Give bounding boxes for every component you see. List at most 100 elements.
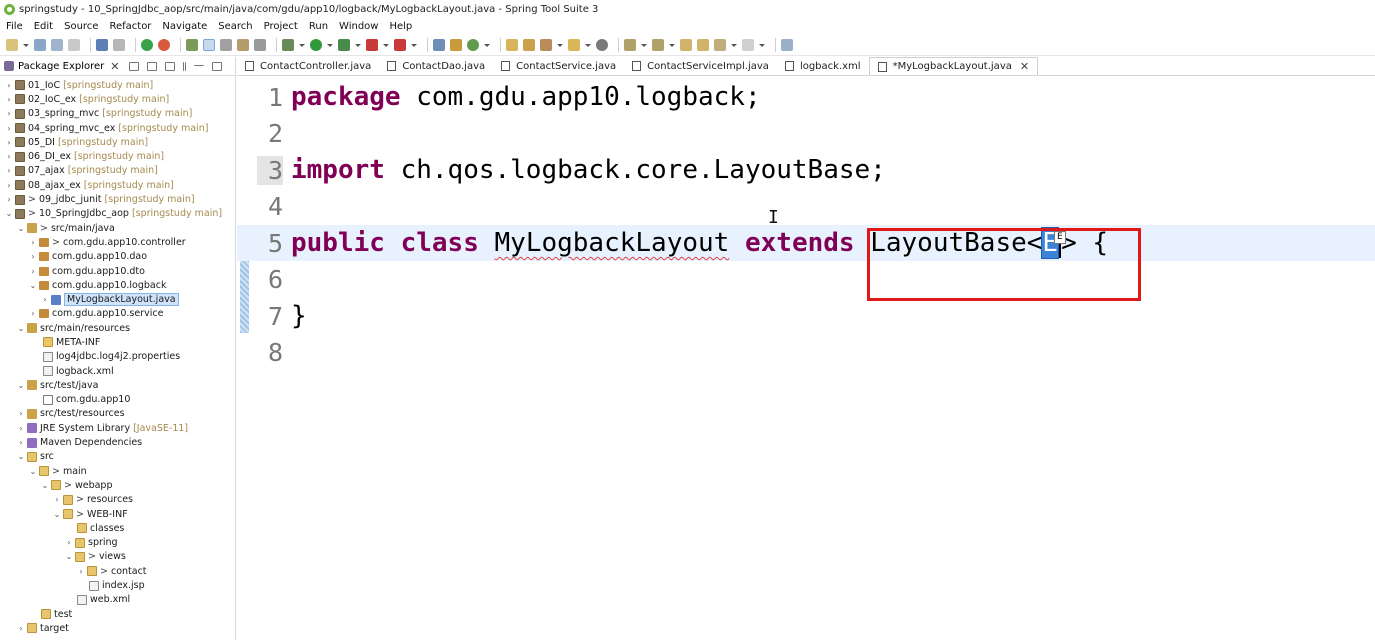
save-icon[interactable]	[34, 39, 46, 51]
chevron-down-icon[interactable]	[585, 43, 591, 47]
tree-item[interactable]: › com.gdu.app10.dto	[0, 264, 235, 278]
tree-item[interactable]: › src/test/resources	[0, 407, 235, 421]
menu-edit[interactable]: Edit	[34, 21, 53, 32]
search-icon[interactable]	[568, 39, 580, 51]
refresh-icon[interactable]	[158, 39, 170, 51]
server-icon[interactable]	[394, 39, 406, 51]
chevron-right-icon[interactable]: ›	[52, 495, 62, 504]
open-folder-icon[interactable]	[523, 39, 535, 51]
tree-item[interactable]: › JRE System Library [JavaSE-11]	[0, 421, 235, 435]
code-line[interactable]: 4	[237, 189, 1375, 225]
chevron-right-icon[interactable]: ›	[64, 538, 74, 547]
code-line[interactable]: 7 }	[237, 298, 1375, 334]
toggle-mark-icon[interactable]	[186, 39, 198, 51]
menu-search[interactable]: Search	[218, 21, 252, 32]
spring-boot-icon[interactable]	[141, 39, 153, 51]
tree-item[interactable]: ⌄ > webapp	[0, 478, 235, 492]
tab-contact-dao[interactable]: ContactDao.java	[379, 57, 493, 75]
focus-icon[interactable]	[165, 61, 176, 71]
tree-item[interactable]: › 06_DI_ex [springstudy main]	[0, 149, 235, 163]
open-type-icon[interactable]	[506, 39, 518, 51]
chevron-right-icon[interactable]: ›	[16, 438, 26, 447]
coverage-icon[interactable]	[338, 39, 350, 51]
tree-item[interactable]: log4jdbc.log4j2.properties	[0, 350, 235, 364]
menu-project[interactable]: Project	[264, 21, 298, 32]
code-line[interactable]: 2	[237, 116, 1375, 152]
chevron-right-icon[interactable]: ›	[28, 252, 38, 261]
minimize-icon[interactable]	[194, 65, 205, 67]
tree-item[interactable]: META-INF	[0, 335, 235, 349]
tree-item[interactable]: › 02_IoC_ex [springstudy main]	[0, 92, 235, 106]
chevron-down-icon[interactable]: ⌄	[16, 324, 26, 333]
chevron-down-icon[interactable]	[411, 43, 417, 47]
close-icon[interactable]: ✕	[1020, 60, 1029, 73]
menu-window[interactable]: Window	[339, 21, 378, 32]
chevron-right-icon[interactable]: ›	[4, 124, 14, 133]
chevron-down-icon[interactable]	[23, 43, 29, 47]
tree-item[interactable]: com.gdu.app10	[0, 393, 235, 407]
previous-annotation-icon[interactable]	[652, 39, 664, 51]
code-line[interactable]: 6	[237, 262, 1375, 298]
tree-item[interactable]: logback.xml	[0, 364, 235, 378]
tree-item[interactable]: web.xml	[0, 593, 235, 607]
maximize-icon[interactable]	[212, 61, 223, 71]
tree-item[interactable]: classes	[0, 521, 235, 535]
chevron-down-icon[interactable]: ⌄	[28, 467, 38, 476]
tree-item[interactable]: ⌄ src/main/resources	[0, 321, 235, 335]
chevron-down-icon[interactable]: ⌄	[52, 510, 62, 519]
tree-item[interactable]: test	[0, 607, 235, 621]
tree-item[interactable]: › com.gdu.app10.dao	[0, 250, 235, 264]
tree-item[interactable]: › > resources	[0, 493, 235, 507]
tree-item[interactable]: index.jsp	[0, 578, 235, 592]
debug-icon[interactable]	[282, 39, 294, 51]
tree-item[interactable]: ⌄ > main	[0, 464, 235, 478]
chevron-right-icon[interactable]: ›	[4, 95, 14, 104]
tab-contact-controller[interactable]: ContactController.java	[237, 57, 379, 75]
tree-item[interactable]: › Maven Dependencies	[0, 435, 235, 449]
close-icon[interactable]: ✕	[110, 60, 119, 73]
view-menu-icon[interactable]	[183, 61, 187, 71]
link-with-editor-icon[interactable]	[147, 61, 158, 71]
chevron-down-icon[interactable]: ⌄	[64, 552, 74, 561]
forward-icon[interactable]	[742, 39, 754, 51]
chevron-right-icon[interactable]: ›	[16, 624, 26, 633]
back-icon[interactable]	[714, 39, 726, 51]
new-icon[interactable]	[6, 39, 18, 51]
menu-refactor[interactable]: Refactor	[109, 21, 151, 32]
highlight-icon[interactable]	[203, 39, 215, 51]
tree-item[interactable]: ⌄ com.gdu.app10.logback	[0, 278, 235, 292]
chevron-down-icon[interactable]	[669, 43, 675, 47]
external-tools-icon[interactable]	[366, 39, 378, 51]
tree-item[interactable]: ⌄ > WEB-INF	[0, 507, 235, 521]
chevron-right-icon[interactable]: ›	[16, 409, 26, 418]
code-editor[interactable]: 1 package com.gdu.app10.logback; 2 3 imp…	[237, 77, 1375, 640]
tree-item[interactable]: ⌄ src/test/java	[0, 378, 235, 392]
print-icon[interactable]	[68, 39, 80, 51]
menu-file[interactable]: File	[6, 21, 23, 32]
chevron-down-icon[interactable]	[759, 43, 765, 47]
code-line[interactable]: 8	[237, 335, 1375, 371]
chevron-down-icon[interactable]	[557, 43, 563, 47]
chevron-down-icon[interactable]	[299, 43, 305, 47]
chevron-down-icon[interactable]: ⌄	[40, 481, 50, 490]
chevron-right-icon[interactable]: ›	[4, 109, 14, 118]
chevron-right-icon[interactable]: ›	[76, 567, 86, 576]
tree-item[interactable]: › >09_jdbc_junit [springstudy main]	[0, 192, 235, 206]
tree-item[interactable]: › com.gdu.app10.service	[0, 307, 235, 321]
chevron-right-icon[interactable]: ›	[4, 166, 14, 175]
package-explorer-title[interactable]: Package Explorer	[18, 61, 104, 72]
chevron-right-icon[interactable]: ›	[40, 295, 50, 304]
chevron-right-icon[interactable]: ›	[4, 181, 14, 190]
save-all-icon[interactable]	[51, 39, 63, 51]
chevron-right-icon[interactable]: ›	[28, 267, 38, 276]
terminal-icon[interactable]	[96, 39, 108, 51]
chevron-down-icon[interactable]	[731, 43, 737, 47]
chevron-right-icon[interactable]: ›	[4, 195, 14, 204]
tab-my-logback-layout[interactable]: *MyLogbackLayout.java ✕	[868, 57, 1039, 75]
new-java-class-icon[interactable]	[450, 39, 462, 51]
word-wrap-icon[interactable]	[220, 39, 232, 51]
tree-item[interactable]: › > com.gdu.app10.controller	[0, 235, 235, 249]
globe-icon[interactable]	[596, 39, 608, 51]
menu-run[interactable]: Run	[309, 21, 328, 32]
chevron-down-icon[interactable]	[383, 43, 389, 47]
